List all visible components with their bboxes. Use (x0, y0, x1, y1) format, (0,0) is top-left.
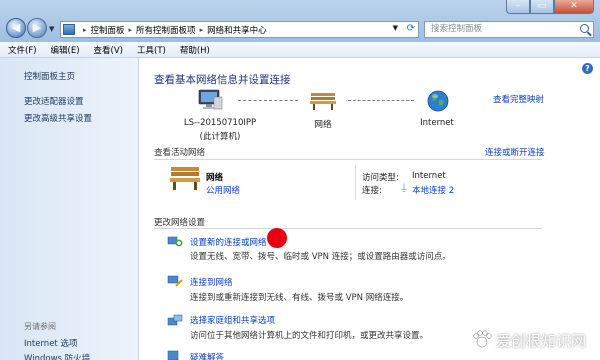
search-placeholder: 搜索控制面板 (431, 24, 483, 34)
breadcrumb-control-panel[interactable]: 控制面板 (91, 24, 125, 36)
back-button[interactable]: ◀ (6, 18, 26, 38)
change-settings-heading: 更改网络设置 (154, 218, 206, 228)
help-icon[interactable]: ? (582, 63, 593, 74)
network-type-link[interactable]: 公用网络 (206, 184, 240, 196)
forward-button[interactable]: ▶ (27, 18, 47, 38)
breadcrumb-network-center[interactable]: 网络和共享中心 (207, 24, 267, 36)
connect-to-network-link[interactable]: 连接到网络 (190, 276, 233, 288)
full-map-link[interactable]: 查看完整映射 (493, 93, 544, 105)
menu-edit[interactable]: 编辑(E) (51, 44, 80, 56)
connector-line (238, 100, 298, 101)
red-annotation-dot (267, 228, 287, 248)
public-network-bench-icon (170, 167, 200, 190)
search-icon[interactable] (580, 24, 589, 33)
setup-connection-link[interactable]: 设置新的连接或网络 (190, 236, 267, 248)
breadcrumb-separator[interactable]: ▸ (129, 26, 133, 34)
section-divider (154, 159, 542, 160)
homegroup-icon (167, 314, 183, 326)
sidebar-item-adapter-settings[interactable]: 更改适配器设置 (24, 95, 84, 107)
search-input[interactable]: 搜索控制面板 (424, 21, 594, 38)
connect-to-network-desc: 连接到或重新连接到无线、有线、拨号或 VPN 网络连接。 (190, 293, 409, 303)
active-networks-heading: 查看活动网络 (154, 148, 206, 158)
connector-line (348, 100, 414, 101)
breadcrumb-separator[interactable]: ▸ (200, 26, 204, 34)
sidebar-item-internet-options[interactable]: Internet 选项 (24, 337, 77, 349)
address-bar[interactable]: ▸ 控制面板 ▸ 所有控制面板项 ▸ 网络和共享中心 ▼ ⟳ (60, 21, 419, 38)
computer-subtitle: (此计算机) (199, 132, 241, 142)
menu-bar: 文件(F) 编辑(E) 查看(V) 工具(T) 帮助(H) (0, 42, 600, 58)
window-controls: – ▭ ✕ (506, 0, 594, 14)
control-panel-icon (63, 24, 75, 35)
active-network-name: 网络 (206, 173, 224, 183)
access-type-value: Internet (412, 171, 446, 181)
local-connection-link[interactable]: 本地连接 2 (412, 184, 454, 196)
refresh-icon[interactable]: ⟳ (407, 23, 415, 34)
menu-help[interactable]: 帮助(H) (180, 44, 210, 56)
computer-icon (198, 89, 223, 110)
close-button[interactable]: ✕ (554, 0, 594, 14)
section-divider (154, 228, 542, 229)
menu-view[interactable]: 查看(V) (94, 44, 123, 56)
new-connection-icon (167, 236, 183, 247)
sidebar-item-control-panel-home[interactable]: 控制面板主页 (24, 70, 75, 82)
see-also-heading: 另请参阅 (24, 322, 56, 331)
network-node-label: 网络 (314, 120, 332, 130)
minimize-button[interactable]: – (506, 0, 530, 14)
homegroup-sharing-link[interactable]: 选择家庭组和共享选项 (190, 314, 275, 326)
internet-node-label: Internet (420, 118, 454, 128)
watermark-paw-icon (473, 330, 492, 348)
menu-tools[interactable]: 工具(T) (137, 44, 166, 56)
connections-label: 连接: (362, 186, 382, 196)
maximize-button[interactable]: ▭ (530, 0, 554, 14)
sidebar-item-advanced-sharing[interactable]: 更改高级共享设置 (24, 112, 92, 124)
ethernet-plug-icon: ⍊ (401, 182, 407, 193)
computer-name: LS--20150710IPP (183, 118, 257, 128)
watermark-text: 爱创根知识网 (496, 332, 587, 350)
recent-pages-dropdown[interactable]: ▼ (49, 25, 54, 33)
connect-network-icon (167, 275, 183, 287)
connect-disconnect-link[interactable]: 连接或断开连接 (485, 146, 545, 158)
breadcrumb-all-items[interactable]: 所有控制面板项 (136, 24, 196, 36)
access-type-label: 访问类型: (362, 173, 399, 183)
globe-icon (427, 90, 449, 112)
breadcrumb-separator[interactable]: ▸ (83, 26, 87, 34)
troubleshoot-link[interactable]: 疑难解答 (190, 351, 224, 360)
menu-file[interactable]: 文件(F) (8, 44, 37, 56)
setup-connection-desc: 设置无线、宽带、拨号、临时或 VPN 连接；或设置路由器或访问点。 (190, 252, 451, 262)
sidebar-item-windows-firewall[interactable]: Windows 防火墙 (24, 352, 90, 360)
vertical-divider (355, 165, 356, 200)
homegroup-sharing-desc: 访问位于其他网络计算机上的文件和打印机，或更改共享设置。 (190, 331, 429, 341)
address-dropdown-icon[interactable]: ▼ (393, 24, 398, 32)
page-title: 查看基本网络信息并设置连接 (154, 74, 291, 86)
bench-icon (310, 93, 336, 110)
troubleshoot-icon (167, 350, 179, 360)
